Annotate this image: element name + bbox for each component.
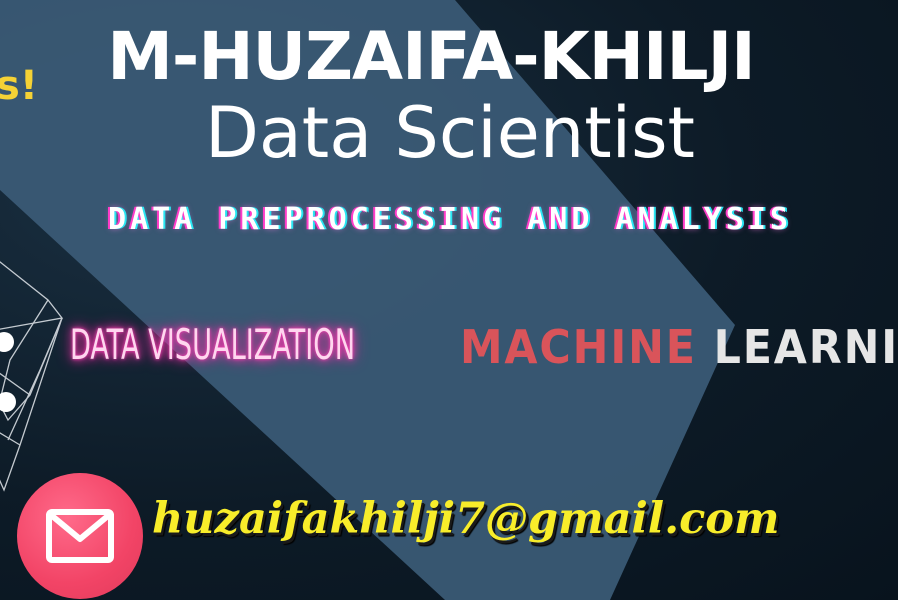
ml-word-learning: LEARNING	[713, 320, 898, 374]
skill-preprocessing-label: DATA PREPROCESSING AND ANALYSIS	[108, 202, 792, 237]
role-title: Data Scientist	[205, 92, 695, 174]
skill-visualization-label: DATA VISUALIZATION	[70, 320, 356, 369]
mail-icon	[46, 509, 114, 563]
email-link[interactable]: huzaifakhilji7@gmail.com	[152, 498, 779, 541]
poster-canvas: s! M-HUZAIFA-KHILJI Data Scientist DATA …	[0, 0, 898, 600]
mail-button[interactable]	[17, 473, 143, 599]
network-mesh-graphic	[0, 261, 64, 492]
name-title: M-HUZAIFA-KHILJI	[107, 18, 755, 95]
partial-text: s!	[0, 63, 39, 109]
skill-machine-learning-label: MACHINE LEARNING	[460, 324, 898, 370]
network-nodes	[0, 332, 16, 412]
ml-word-machine: MACHINE	[460, 320, 697, 374]
